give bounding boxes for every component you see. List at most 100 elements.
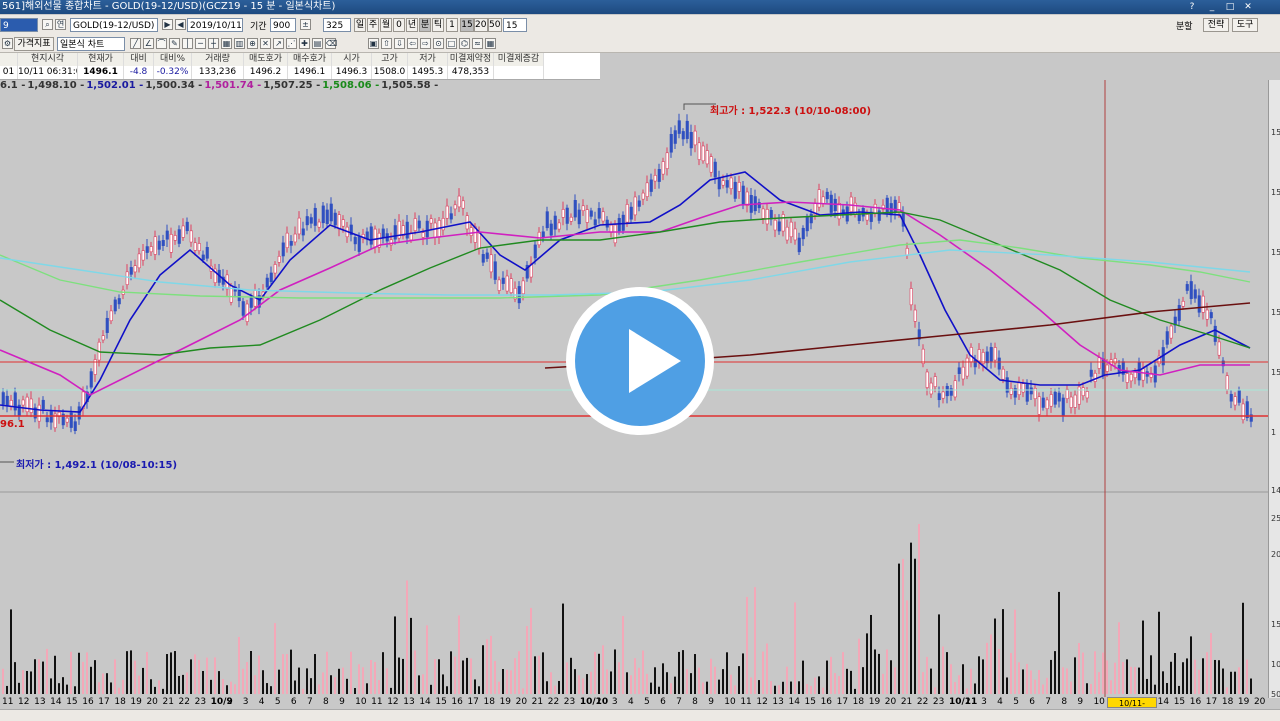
cursor-time-label: 10/11-11:30 xyxy=(1107,697,1157,719)
draw-tool-icon[interactable]: ✎ xyxy=(169,38,180,49)
candle-body xyxy=(1241,403,1245,420)
minimize-icon[interactable]: _ xyxy=(1206,1,1218,13)
volume-bar xyxy=(802,660,804,694)
link-icon[interactable]: 연 xyxy=(55,19,66,30)
time-tick: 21 xyxy=(531,697,544,707)
candle-body xyxy=(649,179,653,192)
draw-tool-icon[interactable]: ⋰ xyxy=(286,38,297,49)
draw-tool-icon[interactable]: ┼ xyxy=(208,38,219,49)
candle-body xyxy=(173,235,177,241)
time-tick: 9 xyxy=(339,697,345,707)
draw-tool-icon[interactable]: ╱ xyxy=(130,38,141,49)
draw-tool-icon[interactable]: ▦ xyxy=(485,38,496,49)
candle-body xyxy=(29,398,33,413)
candle-body xyxy=(285,232,289,248)
close-icon[interactable]: ✕ xyxy=(1242,1,1254,13)
volume-bar xyxy=(754,587,756,694)
unit-1-button[interactable]: 1 xyxy=(446,18,458,32)
volume-bar xyxy=(878,653,880,694)
unit-tick-button[interactable]: 틱 xyxy=(432,18,444,32)
count-input[interactable]: 325 xyxy=(323,18,351,32)
indicator-button[interactable]: 가격지표 xyxy=(14,37,54,51)
unit-200-button[interactable]: 200 xyxy=(474,18,488,32)
draw-tool-icon[interactable]: ⇩ xyxy=(394,38,405,49)
time-tick: 20 xyxy=(146,697,158,707)
volume-bar xyxy=(894,667,896,694)
unit-week-button[interactable]: 주 xyxy=(367,18,379,32)
unit-500-button[interactable]: 500 xyxy=(488,18,502,32)
volume-bar xyxy=(1078,643,1080,694)
volume-bar xyxy=(390,687,392,694)
chart-scrollbar[interactable] xyxy=(0,709,1280,721)
draw-tool-icon[interactable]: │ xyxy=(182,38,193,49)
unit-zero-button[interactable]: 0 xyxy=(393,18,405,32)
unit-year-button[interactable]: 년 xyxy=(406,18,418,32)
play-next-icon[interactable]: ▶ xyxy=(162,19,173,30)
date-input[interactable]: 2019/10/11 xyxy=(187,18,243,32)
settings-icon[interactable]: ⚙ xyxy=(2,38,13,49)
draw-tool-icon[interactable]: ▦ xyxy=(221,38,232,49)
help-icon[interactable]: ? xyxy=(1186,1,1198,13)
candle-body xyxy=(429,218,433,224)
volume-bar xyxy=(430,684,432,694)
volume-bar xyxy=(330,675,332,694)
symbol-input[interactable]: GOLD(19-12/USD) xyxy=(70,18,158,32)
draw-tool-icon[interactable]: ⌬ xyxy=(459,38,470,49)
draw-tool-icon[interactable]: ▣ xyxy=(368,38,379,49)
unit-minute-button[interactable]: 분 xyxy=(419,18,431,32)
draw-tool-icon[interactable]: ∠ xyxy=(143,38,154,49)
draw-tool-icon[interactable]: ≈ xyxy=(472,38,483,49)
volume-bar xyxy=(794,602,796,694)
draw-tool-icon[interactable]: □ xyxy=(446,38,457,49)
draw-tool-icon[interactable]: ⇧ xyxy=(381,38,392,49)
candle-body xyxy=(585,209,589,223)
interval-select[interactable]: 15 xyxy=(503,18,527,32)
draw-tool-icon[interactable]: ⊕ xyxy=(247,38,258,49)
tools-button[interactable]: 도구 xyxy=(1232,18,1258,32)
volume-bar xyxy=(886,649,888,694)
info-value: 1508.0 xyxy=(372,66,408,79)
candle-body xyxy=(1233,396,1237,406)
candle-body xyxy=(321,205,325,224)
play-prev-icon[interactable]: ◀ xyxy=(175,19,186,30)
draw-tool-icon[interactable]: ↗ xyxy=(273,38,284,49)
maximize-icon[interactable]: □ xyxy=(1224,1,1236,13)
volume-bar xyxy=(518,651,520,694)
strategy-button[interactable]: 전략 xyxy=(1203,18,1229,32)
search-icon[interactable]: ⌕ xyxy=(42,19,53,30)
volume-bar xyxy=(1034,679,1036,694)
volume-bar xyxy=(610,671,612,694)
volume-bar xyxy=(78,652,80,694)
draw-tool-icon[interactable]: ⊙ xyxy=(433,38,444,49)
draw-tool-icon[interactable]: ▤ xyxy=(312,38,323,49)
time-tick: 20 xyxy=(884,697,897,707)
zoom-icon[interactable]: ± xyxy=(300,19,311,30)
volume-bar xyxy=(930,668,932,694)
video-play-button[interactable] xyxy=(566,287,714,435)
chart-type-select[interactable]: 일본식 차트 xyxy=(57,37,125,51)
time-tick: 15 xyxy=(66,697,78,707)
unit-15-button[interactable]: 15 xyxy=(460,18,474,32)
draw-tool-icon[interactable]: ─ xyxy=(195,38,206,49)
draw-tool-icon[interactable]: ⇨ xyxy=(420,38,431,49)
split-toggle[interactable]: 분할 xyxy=(1176,19,1193,32)
draw-tool-icon[interactable]: ⌫ xyxy=(325,38,337,49)
volume-bar xyxy=(594,651,596,694)
volume-bar xyxy=(978,656,980,694)
unit-day-button[interactable]: 일 xyxy=(354,18,366,32)
candle-body xyxy=(1017,382,1021,396)
volume-bar xyxy=(1162,671,1164,694)
candle-body xyxy=(1057,392,1061,402)
time-tick: 4 xyxy=(258,697,265,707)
code-input[interactable]: 9 xyxy=(0,18,38,32)
period-input[interactable]: 900 xyxy=(270,18,296,32)
draw-tool-icon[interactable]: ⇦ xyxy=(407,38,418,49)
draw-tool-icon[interactable]: ✕ xyxy=(260,38,271,49)
draw-tool-icon[interactable]: ▥ xyxy=(234,38,245,49)
draw-tool-icon[interactable]: ✚ xyxy=(299,38,310,49)
time-tick: 12 xyxy=(387,697,399,707)
unit-month-button[interactable]: 월 xyxy=(380,18,392,32)
draw-tool-icon[interactable]: ⌒ xyxy=(156,38,167,49)
volume-bar xyxy=(650,682,652,694)
volume-bar xyxy=(554,685,556,694)
